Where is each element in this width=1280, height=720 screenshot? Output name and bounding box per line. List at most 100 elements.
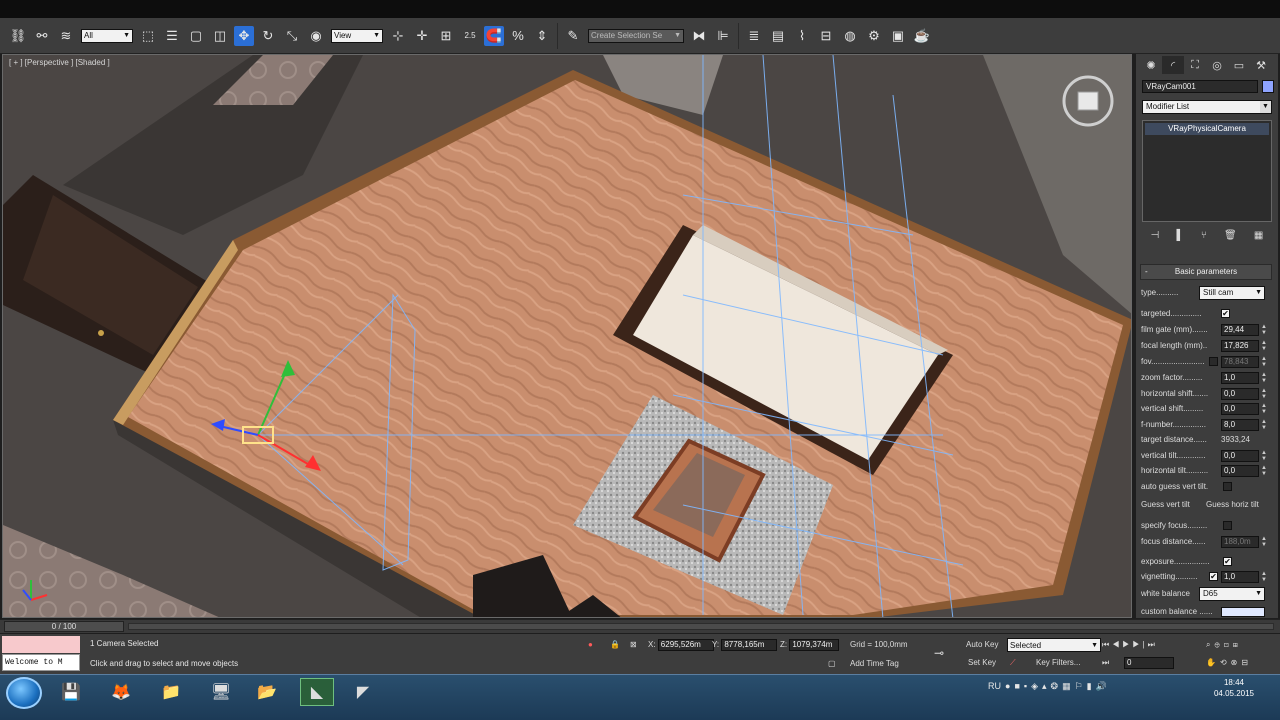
named-selection-dropdown[interactable]: Create Selection Se ▼: [588, 28, 684, 43]
basic-parameters-rollout[interactable]: - Basic parameters: [1140, 264, 1272, 280]
show-end-result-icon[interactable]: ▌: [1177, 230, 1184, 241]
schematic-view-icon[interactable]: ⊟: [816, 26, 836, 46]
select-object-icon[interactable]: ⬚: [138, 26, 158, 46]
unlink-icon[interactable]: ⚯: [32, 26, 52, 46]
make-unique-icon[interactable]: ⑂: [1201, 230, 1207, 241]
viewport-label[interactable]: [ + ] [Perspective ] [Shaded ]: [9, 58, 110, 67]
film-gate-spinner[interactable]: ▲ ▼: [1261, 324, 1267, 336]
lock-selection-icon[interactable]: 🔒: [610, 638, 620, 652]
vignetting-input[interactable]: 1,0: [1221, 571, 1259, 583]
zoom-input[interactable]: 1,0: [1221, 372, 1259, 384]
focus-distance-spinner[interactable]: ▲ ▼: [1261, 536, 1267, 548]
z-coordinate-field[interactable]: 1079,374m: [789, 638, 840, 651]
f-number-spinner[interactable]: ▲ ▼: [1261, 419, 1267, 431]
targeted-checkbox[interactable]: ✔: [1221, 309, 1230, 318]
fov-spinner[interactable]: ▲ ▼: [1261, 356, 1267, 368]
rendered-frame-window-icon[interactable]: ▣: [888, 26, 908, 46]
hierarchy-tab-icon[interactable]: ⛶: [1184, 56, 1206, 74]
tray-app-icon[interactable]: ▴: [1042, 681, 1047, 692]
viewport-navigation-controls[interactable]: ⌕⊕⊡⊞: [1206, 638, 1242, 652]
absolute-mode-icon[interactable]: ⊠: [630, 638, 637, 652]
spinner-snap-icon[interactable]: ⇕: [532, 26, 552, 46]
folder-app-icon[interactable]: 📁: [154, 678, 188, 706]
add-time-tag[interactable]: Add Time Tag: [850, 657, 899, 671]
tray-app-icon[interactable]: ▦: [1062, 681, 1071, 692]
focal-length-spinner[interactable]: ▲ ▼: [1261, 340, 1267, 352]
vignetting-spinner[interactable]: ▲ ▼: [1261, 571, 1267, 583]
guess-vert-tilt-button[interactable]: Guess vert tilt: [1141, 498, 1205, 512]
custom-balance-swatch[interactable]: [1221, 607, 1265, 617]
select-and-rotate-icon[interactable]: ↻: [258, 26, 278, 46]
current-frame-field[interactable]: 0: [1124, 656, 1174, 669]
layer-manager-icon[interactable]: ≣: [744, 26, 764, 46]
modify-tab-icon[interactable]: ◜: [1162, 56, 1184, 74]
tray-app-icon[interactable]: ◈: [1031, 681, 1038, 692]
angle-snap-icon[interactable]: 2.5: [460, 26, 480, 46]
y-coordinate-field[interactable]: 8778,165m: [721, 638, 778, 651]
tray-app-icon[interactable]: ⚐: [1075, 681, 1083, 692]
horizontal-shift-spinner[interactable]: ▲ ▼: [1261, 388, 1267, 400]
key-mode-toggle-icon[interactable]: ⏭: [1102, 656, 1109, 670]
object-color-swatch[interactable]: [1262, 80, 1274, 93]
vertical-tilt-input[interactable]: 0,0: [1221, 450, 1259, 462]
volume-icon[interactable]: 🔊: [1096, 681, 1107, 692]
remove-modifier-icon[interactable]: 🗑: [1224, 230, 1237, 241]
explorer-icon[interactable]: 📂: [250, 678, 284, 706]
horizontal-tilt-input[interactable]: 0,0: [1221, 465, 1259, 477]
snaps-toggle-icon[interactable]: 🧲: [484, 25, 504, 46]
language-indicator[interactable]: RU: [988, 681, 1001, 692]
select-and-scale-icon[interactable]: ⤡: [282, 26, 302, 46]
render-production-icon[interactable]: ☕: [912, 26, 932, 46]
horizontal-shift-input[interactable]: 0,0: [1221, 388, 1259, 400]
playback-controls[interactable]: ⏮◀▶▶|⏭: [1102, 638, 1158, 652]
maxscript-listener-output[interactable]: [2, 636, 80, 653]
keyboard-shortcut-override-icon[interactable]: ⊞: [436, 26, 456, 46]
graphite-tools-icon[interactable]: ▤: [768, 26, 788, 46]
time-tag-icon[interactable]: ▢: [828, 657, 836, 671]
stack-item-vray-physical-camera[interactable]: VRayPhysicalCamera: [1145, 123, 1269, 135]
specify-focus-checkbox[interactable]: [1223, 521, 1232, 530]
auto-guess-checkbox[interactable]: [1223, 482, 1232, 491]
motion-tab-icon[interactable]: ◎: [1206, 56, 1228, 74]
isolate-selection-icon[interactable]: ●: [588, 638, 593, 652]
modifier-list-dropdown[interactable]: Modifier List ▼: [1142, 100, 1272, 114]
place-icon[interactable]: ◉: [306, 26, 326, 46]
bind-space-warp-icon[interactable]: ≋: [56, 26, 76, 46]
vignetting-checkbox[interactable]: ✔: [1209, 572, 1218, 581]
3dsmax-icon[interactable]: ◤: [346, 678, 380, 706]
maxscript-mini-listener[interactable]: Welcome to M: [2, 654, 80, 671]
rectangular-selection-icon[interactable]: ▢: [186, 26, 206, 46]
vertical-shift-input[interactable]: 0,0: [1221, 403, 1259, 415]
window-crossing-icon[interactable]: ◫: [210, 26, 230, 46]
select-and-move-icon[interactable]: ✥: [234, 25, 254, 46]
tray-app-icon[interactable]: ▪: [1024, 681, 1027, 692]
tray-app-icon[interactable]: ■: [1014, 681, 1019, 692]
clock[interactable]: 18:44 04.05.2015: [1212, 677, 1256, 699]
f-number-input[interactable]: 8,0: [1221, 419, 1259, 431]
green-app-icon[interactable]: ◣: [300, 678, 334, 706]
time-slider[interactable]: 0 / 100: [4, 621, 124, 632]
percent-snap-icon[interactable]: %: [508, 26, 528, 46]
set-key-mode-icon[interactable]: ⊸: [934, 646, 944, 660]
viewport-navigation-controls-2[interactable]: ✋⟲⊗⊟: [1206, 656, 1252, 670]
reference-coordinate-dropdown[interactable]: View ▼: [331, 28, 383, 43]
auto-key-button[interactable]: Auto Key: [966, 638, 998, 652]
white-balance-dropdown[interactable]: D65 ▼: [1199, 587, 1265, 601]
configure-modifier-sets-icon[interactable]: ▦: [1254, 230, 1263, 241]
mirror-icon[interactable]: ⧓: [689, 26, 709, 46]
network-icon[interactable]: ▮: [1087, 681, 1092, 692]
vertical-tilt-spinner[interactable]: ▲ ▼: [1261, 450, 1267, 462]
focal-length-input[interactable]: 17,826: [1221, 340, 1259, 352]
x-coordinate-field[interactable]: 6295,526m: [657, 638, 714, 651]
select-and-link-icon[interactable]: ⛓: [8, 26, 28, 46]
firefox-icon[interactable]: 🦊: [104, 678, 138, 706]
save-app-icon[interactable]: 💾: [54, 678, 88, 706]
fov-input[interactable]: 78,843: [1221, 356, 1259, 368]
object-name-field[interactable]: VRayCam001: [1142, 80, 1258, 93]
align-icon[interactable]: ⊫: [713, 26, 733, 46]
render-setup-icon[interactable]: ⚙: [864, 26, 884, 46]
select-by-name-icon[interactable]: ☰: [162, 26, 182, 46]
timeline-track[interactable]: [128, 623, 1274, 630]
zoom-spinner[interactable]: ▲ ▼: [1261, 372, 1267, 384]
curve-editor-icon[interactable]: ⌇: [792, 26, 812, 46]
